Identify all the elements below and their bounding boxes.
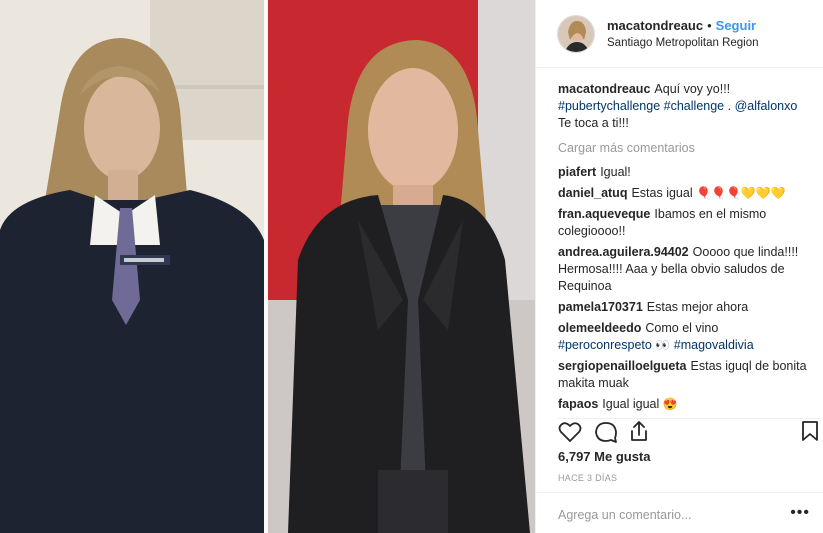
comment: olemeeldeedo Como el vino #peroconrespeto… bbox=[558, 320, 813, 354]
comment-text: Estas mejor ahora bbox=[646, 300, 749, 314]
more-options-icon[interactable]: ••• bbox=[790, 504, 810, 522]
load-more-comments[interactable]: Cargar más comentarios bbox=[558, 141, 813, 155]
balloon-heart-emoji: 🎈🎈🎈💛💛💛 bbox=[696, 186, 786, 200]
action-bar bbox=[558, 418, 820, 444]
post-image[interactable] bbox=[0, 0, 535, 533]
post-age[interactable]: HACE 3 DÍAS bbox=[558, 473, 617, 483]
photo-now bbox=[268, 0, 535, 533]
comment: daniel_atuq Estas igual 🎈🎈🎈💛💛💛 bbox=[558, 185, 813, 202]
comment: andrea.aguilera.94402 Ooooo que linda!!!!… bbox=[558, 244, 813, 295]
caption-username[interactable]: macatondreauc bbox=[558, 82, 650, 96]
follow-button[interactable]: Seguir bbox=[716, 18, 756, 33]
comment-username[interactable]: daniel_atuq bbox=[558, 186, 627, 200]
likes-count[interactable]: 6,797 Me gusta bbox=[558, 449, 651, 464]
comment: piafert Igual! bbox=[558, 164, 813, 181]
heart-icon[interactable] bbox=[558, 421, 582, 446]
eyes-emoji: 👀 bbox=[655, 338, 671, 352]
comment-username[interactable]: piafert bbox=[558, 165, 596, 179]
comment: fran.aqueveque Ibamos en el mismo colegio… bbox=[558, 206, 813, 240]
comments-list: macatondreauc Aquí voy yo!!! #pubertychal… bbox=[536, 68, 823, 413]
post-panel: macatondreauc • Seguir Santiago Metropol… bbox=[535, 0, 823, 533]
hashtag[interactable]: #challenge bbox=[664, 99, 724, 113]
comment-username[interactable]: olemeeldeedo bbox=[558, 321, 641, 335]
caption-line3: Te toca a ti!!! bbox=[558, 116, 629, 130]
mention[interactable]: @alfalonxo bbox=[735, 99, 798, 113]
add-comment-bar: Agrega un comentario... ••• bbox=[536, 492, 823, 533]
hashtag[interactable]: #peroconrespeto bbox=[558, 338, 652, 352]
comment-username[interactable]: sergiopenailloelgueta bbox=[558, 359, 687, 373]
comment: sergiopenailloelgueta Estas iguql de boni… bbox=[558, 358, 813, 392]
caption: macatondreauc Aquí voy yo!!! #pubertychal… bbox=[558, 81, 813, 132]
comment-username[interactable]: fran.aqueveque bbox=[558, 207, 650, 221]
photo-then bbox=[0, 0, 264, 533]
post-username[interactable]: macatondreauc bbox=[607, 18, 703, 33]
hashtag[interactable]: #magovaldivia bbox=[674, 338, 754, 352]
comment-text: Igual! bbox=[600, 165, 631, 179]
avatar[interactable] bbox=[557, 14, 595, 53]
comment-input[interactable]: Agrega un comentario... bbox=[558, 508, 691, 522]
comment-text: Igual igual bbox=[602, 397, 660, 411]
post-header: macatondreauc • Seguir Santiago Metropol… bbox=[536, 0, 823, 68]
comment-username[interactable]: andrea.aguilera.94402 bbox=[558, 245, 689, 259]
caption-line1: Aquí voy yo!!! bbox=[654, 82, 731, 96]
comment-username[interactable]: pamela170371 bbox=[558, 300, 643, 314]
share-icon[interactable] bbox=[628, 420, 650, 445]
comment-text: Como el vino bbox=[645, 321, 719, 335]
post-location[interactable]: Santiago Metropolitan Region bbox=[607, 37, 759, 49]
comment-username[interactable]: fapaos bbox=[558, 397, 598, 411]
bookmark-icon[interactable] bbox=[800, 420, 820, 445]
caption-period: . bbox=[727, 99, 732, 113]
separator-dot: • bbox=[707, 18, 712, 33]
heart-eyes-emoji: 😍 bbox=[662, 397, 678, 411]
hashtag[interactable]: #pubertychallenge bbox=[558, 99, 660, 113]
comment-icon[interactable] bbox=[594, 421, 618, 446]
comment: fapaos Igual igual 😍 bbox=[558, 396, 813, 413]
comment-text: Estas igual bbox=[631, 186, 693, 200]
comment: pamela170371 Estas mejor ahora bbox=[558, 299, 813, 316]
